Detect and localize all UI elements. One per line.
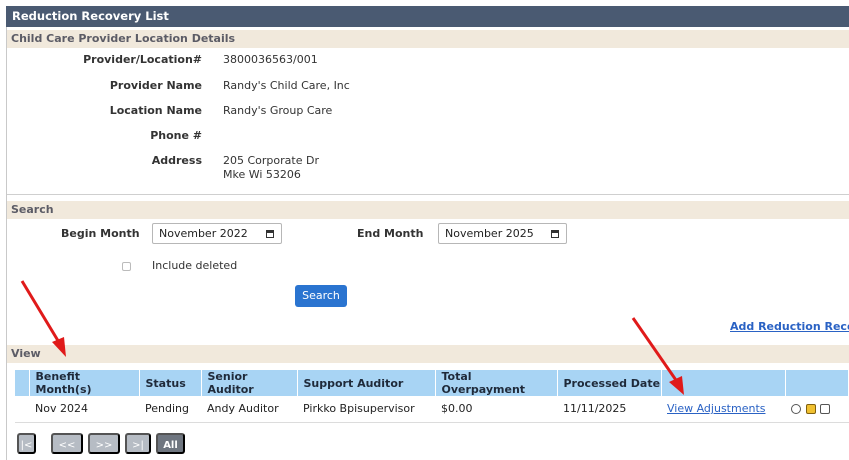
column-header: Senior Auditor	[201, 370, 298, 396]
end-month-label: End Month	[357, 227, 424, 240]
end-month-input[interactable]: November 2025	[438, 223, 567, 244]
location-name-label: Location Name	[109, 104, 202, 117]
table-header-row: Benefit Month(s) Status Senior Auditor S…	[15, 370, 849, 396]
benefit-month-cell: Nov 2024	[29, 396, 139, 423]
support-auditor-cell: Pirkko Bpisupervisor	[297, 396, 435, 423]
provider-location-value: 3800036563/001	[223, 53, 318, 66]
location-name-value: Randy's Group Care	[223, 104, 333, 117]
search-section-heading: Search	[7, 201, 849, 219]
reduction-recovery-table: Benefit Month(s) Status Senior Auditor S…	[15, 370, 849, 423]
calendar-icon[interactable]	[266, 230, 274, 238]
view-adjustments-link[interactable]: View Adjustments	[667, 402, 765, 415]
view-section-heading: View	[7, 345, 849, 363]
view-adjustments-cell: View Adjustments	[661, 396, 785, 423]
edit-icon[interactable]	[805, 404, 816, 415]
column-header: Status	[139, 370, 202, 396]
processed-date-cell: 11/11/2025	[557, 396, 661, 423]
column-header	[785, 370, 849, 396]
table-header-spacer	[15, 370, 30, 396]
table-cell-spacer	[15, 396, 29, 423]
calendar-icon[interactable]	[551, 230, 559, 238]
section-divider	[7, 194, 849, 195]
include-deleted-checkbox[interactable]	[122, 262, 131, 271]
window-title: Reduction Recovery List	[6, 6, 849, 27]
row-actions-cell	[785, 396, 849, 423]
column-header: Total Overpayment	[435, 370, 558, 396]
address-line2: Mke Wi 53206	[223, 168, 301, 181]
include-deleted-label: Include deleted	[152, 259, 238, 272]
provider-name-label: Provider Name	[109, 79, 202, 92]
address-label: Address	[151, 154, 202, 167]
column-header: Benefit Month(s)	[29, 370, 140, 396]
senior-auditor-cell: Andy Auditor	[201, 396, 297, 423]
phone-label: Phone #	[150, 129, 202, 142]
status-cell: Pending	[139, 396, 201, 423]
pager-all-button[interactable]: All	[156, 433, 185, 454]
provider-name-value: Randy's Child Care, Inc	[223, 79, 350, 92]
end-month-value: November 2025	[445, 227, 534, 240]
total-overpayment-cell: $0.00	[435, 396, 557, 423]
column-header: Support Auditor	[297, 370, 436, 396]
provider-location-label: Provider/Location#	[83, 53, 202, 66]
column-header	[661, 370, 786, 396]
pager-last-button[interactable]: >|	[125, 433, 151, 454]
provider-section-heading: Child Care Provider Location Details	[7, 30, 849, 48]
column-header: Processed Date	[557, 370, 662, 396]
table-row: Nov 2024 Pending Andy Auditor Pirkko Bpi…	[15, 396, 849, 423]
pager-first-button[interactable]: |<	[17, 433, 36, 454]
begin-month-label: Begin Month	[61, 227, 140, 240]
void-icon[interactable]	[791, 404, 801, 415]
search-button[interactable]: Search	[295, 285, 347, 307]
begin-month-value: November 2022	[159, 227, 248, 240]
delete-icon[interactable]	[820, 404, 830, 415]
pager-next-button[interactable]: >>	[88, 433, 120, 454]
pager-prev-button[interactable]: <<	[51, 433, 83, 454]
address-line1: 205 Corporate Dr	[223, 154, 319, 167]
add-reduction-recovery-link[interactable]: Add Reduction Recovery	[730, 320, 849, 333]
begin-month-input[interactable]: November 2022	[152, 223, 282, 244]
